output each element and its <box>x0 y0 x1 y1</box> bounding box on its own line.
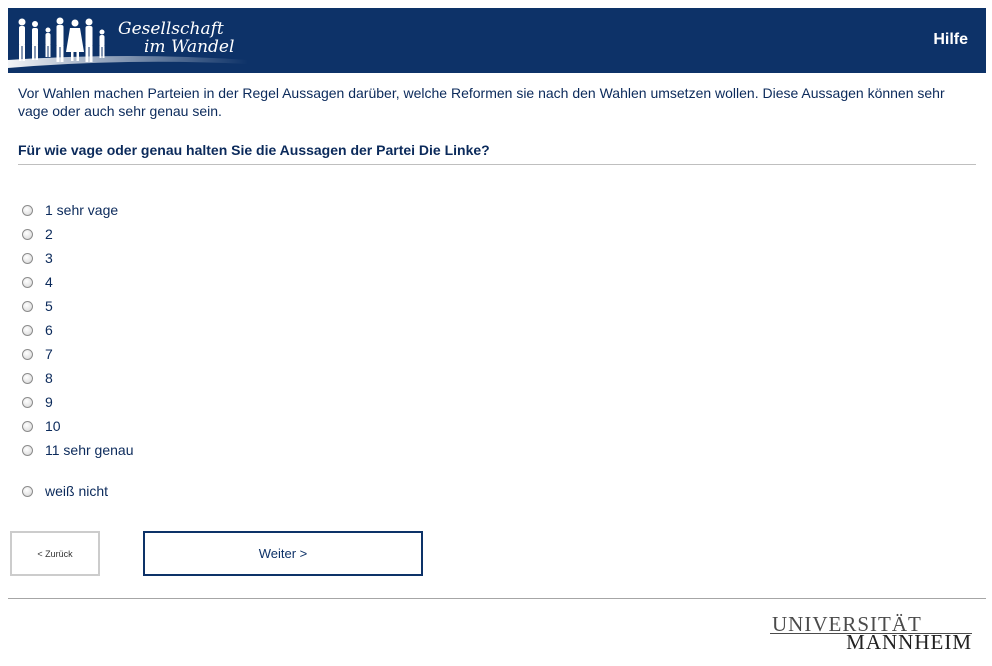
universitaet-mannheim-logo: UNIVERSITÄT MANNHEIM <box>770 612 972 654</box>
gesellschaft-im-wandel-logo: Gesellschaft im Wandel <box>8 8 248 73</box>
option-label: 1 sehr vage <box>45 202 119 218</box>
option-5[interactable]: 5 <box>22 297 53 315</box>
option-3[interactable]: 3 <box>22 249 53 267</box>
option-1[interactable]: 1 sehr vage <box>22 201 118 219</box>
radio-button[interactable] <box>22 372 33 384</box>
option-label: 11 sehr genau <box>45 442 134 458</box>
option-4[interactable]: 4 <box>22 273 53 291</box>
intro-text: Vor Wahlen machen Parteien in der Regel … <box>18 85 945 119</box>
radio-button[interactable] <box>22 396 33 408</box>
radio-button[interactable] <box>22 324 33 336</box>
logo-text-line2: im Wandel <box>144 37 235 57</box>
radio-button[interactable] <box>22 444 33 456</box>
radio-button[interactable] <box>22 300 33 312</box>
option-label: 7 <box>45 346 53 362</box>
option-11[interactable]: 11 sehr genau <box>22 441 133 459</box>
option-label: 3 <box>45 250 53 266</box>
option-7[interactable]: 7 <box>22 345 53 363</box>
option-8[interactable]: 8 <box>22 369 53 387</box>
survey-header: Gesellschaft im Wandel Hilfe <box>8 8 986 73</box>
option-label: 6 <box>45 322 53 338</box>
help-link[interactable]: Hilfe <box>933 31 968 49</box>
option-label: 4 <box>45 274 53 290</box>
radio-button[interactable] <box>22 252 33 264</box>
option-9[interactable]: 9 <box>22 393 53 411</box>
next-button[interactable]: Weiter > <box>143 531 423 576</box>
option-label: 10 <box>45 418 61 434</box>
footer-divider <box>8 598 986 599</box>
logo-text-line2: MANNHEIM <box>846 630 972 654</box>
back-button[interactable]: < Zurück <box>10 531 100 576</box>
option-label: 2 <box>45 226 53 242</box>
radio-button[interactable] <box>22 348 33 360</box>
option-label: weiß nicht <box>45 483 109 499</box>
radio-button[interactable] <box>22 204 33 216</box>
radio-button[interactable] <box>22 485 33 497</box>
radio-button[interactable] <box>22 228 33 240</box>
option-6[interactable]: 6 <box>22 321 53 339</box>
radio-button[interactable] <box>22 276 33 288</box>
radio-button[interactable] <box>22 420 33 432</box>
option-label: 9 <box>45 394 53 410</box>
option-10[interactable]: 10 <box>22 417 61 435</box>
option-2[interactable]: 2 <box>22 225 53 243</box>
question-text: Für wie vage oder genau halten Sie die A… <box>18 142 976 165</box>
option-label: 5 <box>45 298 53 314</box>
option-label: 8 <box>45 370 53 386</box>
option-dont-know[interactable]: weiß nicht <box>22 482 108 500</box>
